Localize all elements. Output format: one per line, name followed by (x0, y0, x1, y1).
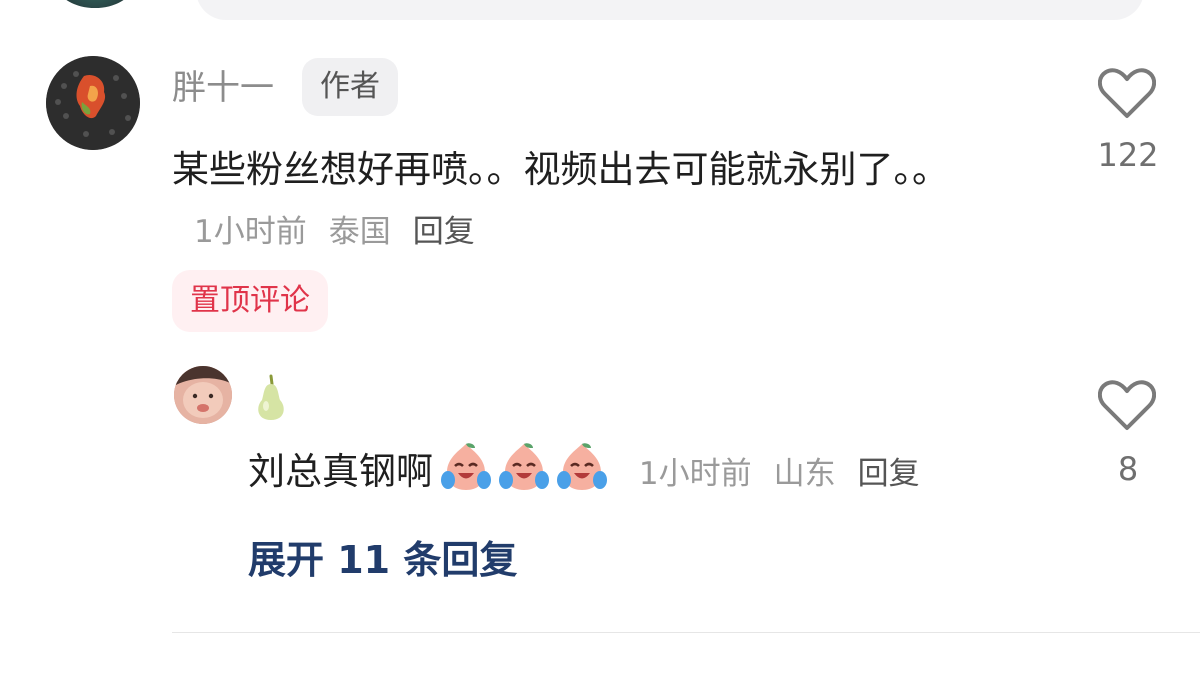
author-badge: 作者 (302, 58, 398, 116)
emoji-group (439, 440, 609, 494)
reply-comment-text: 刘总真钢啊 (248, 450, 433, 493)
avatar[interactable] (46, 56, 140, 150)
pinned-comment-badge: 置顶评论 (172, 270, 328, 332)
comment-input-bar[interactable] (196, 0, 1144, 20)
reply-location: 山东 (773, 456, 836, 492)
comment-text: 某些粉丝想好再喷。。视频出去可能就永别了。。 (172, 148, 949, 191)
reply-button[interactable]: 回复 (413, 214, 475, 250)
reply-time: 1小时前 (638, 456, 752, 492)
heart-icon (1097, 380, 1157, 430)
reply-avatar[interactable] (174, 366, 232, 424)
dish-photo-avatar-icon (46, 56, 140, 150)
comment-time: 1小时前 (194, 214, 307, 250)
comment-body[interactable]: 某些粉丝想好再喷。。视频出去可能就永别了。。 1小时前 泰国 回复 (172, 140, 1002, 262)
comment-meta: 1小时前 泰国 回复 (194, 214, 475, 250)
reply-body[interactable]: 刘总真钢啊 1小时前 山东 回复 (248, 440, 920, 500)
heart-icon (1097, 68, 1157, 118)
reply-button[interactable]: 回复 (858, 456, 920, 492)
comment-username[interactable]: 胖十一 (172, 66, 274, 110)
like-count: 122 (1097, 136, 1159, 174)
comment-location: 泰国 (328, 214, 391, 250)
child-face-avatar-icon (174, 366, 232, 424)
expand-replies-button[interactable]: 展开 11 条回复 (248, 532, 517, 588)
crying-laughing-peach-emoji-icon (499, 443, 549, 490)
reply-like-count: 8 (1117, 450, 1139, 488)
previous-avatar (58, 0, 132, 8)
reply-meta: 1小时前 山东 回复 (629, 456, 920, 492)
like-button[interactable] (1097, 68, 1157, 120)
crying-laughing-peach-emoji-icon (441, 443, 491, 490)
pear-icon (250, 374, 292, 422)
reply-like-button[interactable] (1097, 380, 1157, 432)
divider (172, 632, 1200, 633)
crying-laughing-peach-emoji-icon (557, 443, 607, 490)
